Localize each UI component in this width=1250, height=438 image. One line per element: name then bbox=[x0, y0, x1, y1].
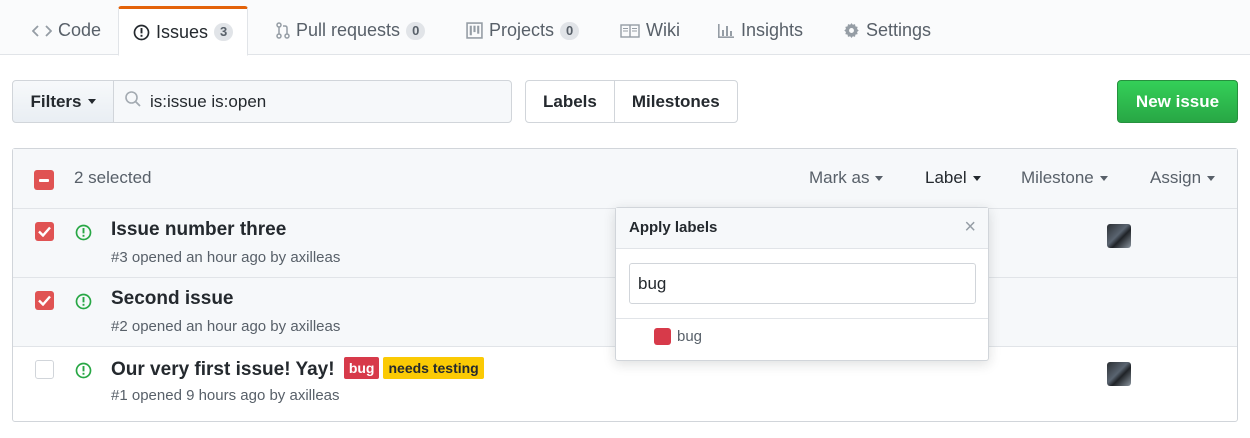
chevron-down-icon bbox=[972, 175, 981, 181]
issue-title-wrapper: Our very first issue! Yay! bug needs test… bbox=[111, 357, 484, 381]
chevron-down-icon bbox=[87, 99, 96, 104]
labels-milestones-subnav: Labels Milestones bbox=[525, 80, 738, 123]
new-issue-button[interactable]: New issue bbox=[1117, 80, 1238, 123]
label-dropdown-label: Label bbox=[925, 168, 967, 187]
book-icon bbox=[620, 23, 640, 38]
tab-settings-label: Settings bbox=[866, 20, 932, 40]
chevron-down-icon bbox=[875, 175, 884, 181]
tab-code[interactable]: Code bbox=[18, 6, 115, 55]
milestone-dropdown-label: Milestone bbox=[1021, 168, 1094, 187]
label-filter-input[interactable] bbox=[629, 263, 976, 304]
chevron-down-icon bbox=[1099, 175, 1108, 181]
labels-link[interactable]: Labels bbox=[526, 81, 614, 122]
minus-icon bbox=[39, 178, 49, 182]
mark-as-label: Mark as bbox=[809, 168, 870, 187]
issue-title-link[interactable]: Issue number three bbox=[111, 219, 286, 241]
tab-wiki[interactable]: Wiki bbox=[606, 6, 694, 55]
check-icon bbox=[38, 295, 51, 306]
issue-title-link[interactable]: Our very first issue! Yay! bbox=[111, 359, 335, 380]
tab-code-label: Code bbox=[58, 20, 102, 40]
issue-checkbox[interactable] bbox=[35, 291, 54, 310]
tab-pull-requests-label: Pull requests bbox=[296, 20, 401, 40]
issue-meta: #3 opened an hour ago by axilleas bbox=[111, 249, 341, 266]
milestone-dropdown[interactable]: Milestone bbox=[1021, 168, 1108, 188]
issue-meta: #1 opened 9 hours ago by axilleas bbox=[111, 387, 340, 404]
code-icon bbox=[32, 24, 52, 38]
issue-opened-icon bbox=[133, 24, 150, 41]
tab-issues[interactable]: Issues 3 bbox=[118, 6, 249, 56]
pull-requests-count-badge: 0 bbox=[406, 21, 426, 40]
tab-insights[interactable]: Insights bbox=[703, 6, 817, 55]
issue-search-field bbox=[113, 80, 512, 123]
apply-labels-dropdown: Apply labels × bug bbox=[615, 207, 989, 361]
assignee-avatar[interactable] bbox=[1107, 224, 1131, 248]
check-icon bbox=[38, 226, 51, 237]
label-color-swatch bbox=[654, 328, 671, 345]
close-icon[interactable]: × bbox=[964, 217, 976, 237]
projects-count-badge: 0 bbox=[560, 21, 580, 40]
assignee-avatar[interactable] bbox=[1107, 362, 1131, 386]
issue-checkbox[interactable] bbox=[35, 360, 54, 379]
issue-opened-icon bbox=[75, 224, 92, 246]
tab-settings[interactable]: Settings bbox=[829, 6, 945, 55]
tab-insights-label: Insights bbox=[741, 20, 804, 40]
issue-title-link[interactable]: Second issue bbox=[111, 288, 234, 310]
dropdown-header: Apply labels × bbox=[616, 208, 988, 249]
tab-issues-label: Issues bbox=[156, 21, 209, 42]
filters-dropdown-button[interactable]: Filters bbox=[12, 80, 114, 123]
tab-projects[interactable]: Projects 0 bbox=[452, 6, 593, 55]
dropdown-filter bbox=[616, 249, 988, 319]
label-dropdown[interactable]: Label bbox=[925, 168, 981, 188]
tab-wiki-label: Wiki bbox=[646, 20, 680, 40]
dropdown-title: Apply labels bbox=[629, 219, 718, 236]
issue-opened-icon bbox=[75, 293, 92, 315]
filters-button-label: Filters bbox=[30, 91, 82, 111]
mark-as-dropdown[interactable]: Mark as bbox=[809, 168, 884, 188]
label-bug[interactable]: bug bbox=[343, 357, 380, 379]
repo-tabnav: Code Issues 3 Pull requests 0 Projects 0… bbox=[0, 0, 1250, 56]
assign-dropdown-label: Assign bbox=[1150, 168, 1202, 187]
issue-search-input[interactable] bbox=[150, 91, 490, 112]
label-needs-testing[interactable]: needs testing bbox=[383, 357, 484, 379]
selected-count: 2 selected bbox=[74, 168, 152, 187]
project-icon bbox=[466, 22, 483, 39]
issues-list-header: 2 selected Mark as Label Milestone Assig… bbox=[13, 149, 1237, 209]
label-option-name: bug bbox=[677, 328, 703, 345]
chevron-down-icon bbox=[1207, 175, 1216, 181]
issue-meta: #2 opened an hour ago by axilleas bbox=[111, 318, 341, 335]
issues-count-badge: 3 bbox=[214, 23, 234, 41]
assign-dropdown[interactable]: Assign bbox=[1150, 168, 1216, 188]
git-pull-request-icon bbox=[276, 22, 290, 39]
tab-pull-requests[interactable]: Pull requests 0 bbox=[262, 6, 439, 55]
tab-projects-label: Projects bbox=[489, 20, 555, 40]
graph-icon bbox=[717, 22, 735, 39]
label-option-bug[interactable]: bug bbox=[654, 328, 702, 345]
milestones-link[interactable]: Milestones bbox=[613, 81, 737, 122]
issue-opened-icon bbox=[75, 362, 92, 384]
gear-icon bbox=[843, 22, 860, 39]
issue-checkbox[interactable] bbox=[35, 222, 54, 241]
select-all-checkbox[interactable] bbox=[34, 170, 54, 190]
search-icon bbox=[124, 90, 142, 113]
